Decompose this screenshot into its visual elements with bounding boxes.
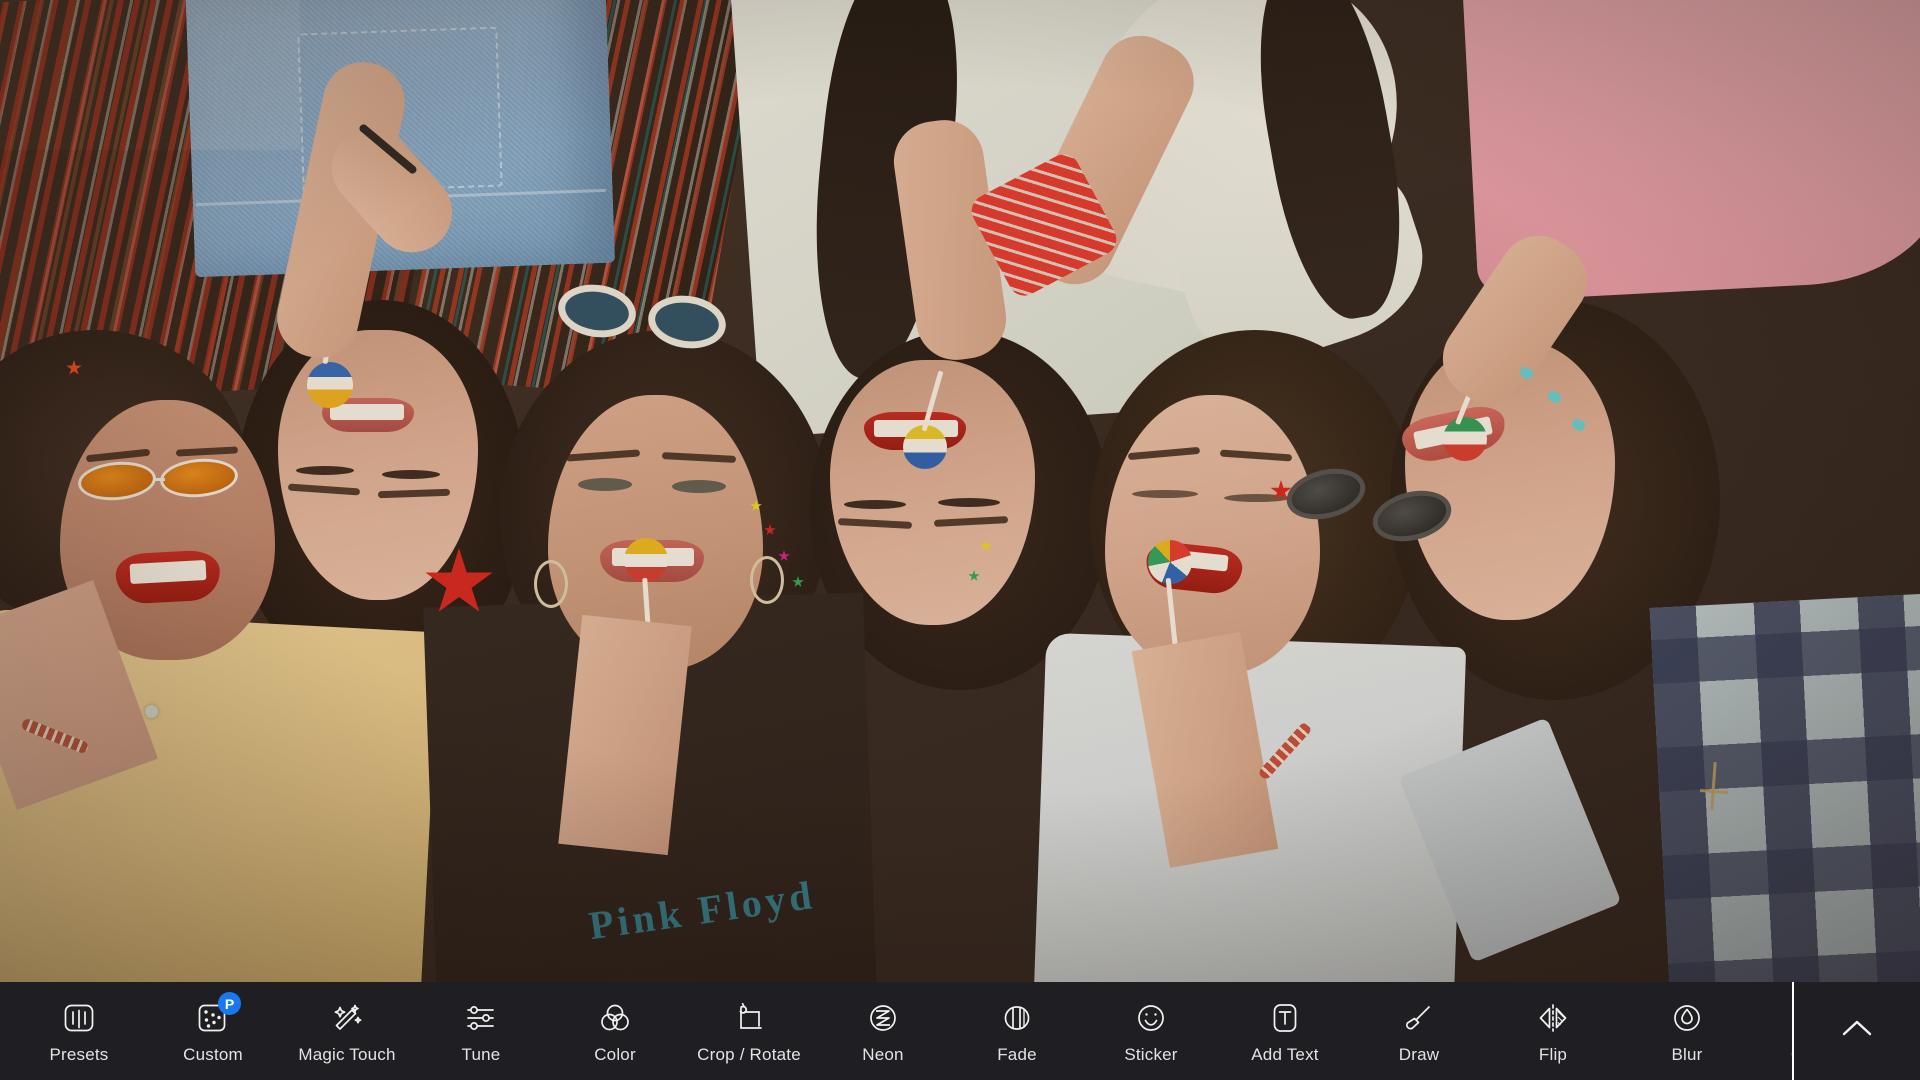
tool-label: Custom xyxy=(183,1045,243,1064)
crop-rotate-icon xyxy=(730,999,768,1037)
color-circles-icon xyxy=(596,999,634,1037)
tool-label: Tune xyxy=(461,1045,501,1064)
face-woman-5 xyxy=(1105,395,1320,675)
text-box-icon xyxy=(1266,999,1304,1037)
tool-label: Presets xyxy=(49,1045,109,1064)
tool-label: Magic Touch xyxy=(298,1045,396,1064)
tool-crop-rotate[interactable]: Crop / Rotate xyxy=(682,982,816,1080)
tool-fade[interactable]: Fade xyxy=(950,982,1084,1080)
tool-label: Flip xyxy=(1538,1045,1568,1064)
lollipop-woman-6 xyxy=(1443,417,1487,461)
teeth-woman-1 xyxy=(129,560,207,584)
tool-neon[interactable]: Neon xyxy=(816,982,950,1080)
lollipop-woman-4 xyxy=(903,425,947,469)
presets-icon xyxy=(60,999,98,1037)
eye-right-woman-3 xyxy=(672,480,726,493)
sliders-icon xyxy=(462,999,500,1037)
plaid-flannel xyxy=(1649,592,1920,982)
editor-toolbar: Presets P Custom Magic Touch Tune Color … xyxy=(0,982,1920,1080)
fade-icon xyxy=(998,999,1036,1037)
photo-canvas[interactable]: Pink Floyd xyxy=(0,0,1920,982)
flip-icon xyxy=(1534,999,1572,1037)
eye-right-woman-2 xyxy=(382,470,440,479)
tool-sticker[interactable]: Sticker xyxy=(1084,982,1218,1080)
tool-label: Draw xyxy=(1398,1045,1440,1064)
photo-editor-app: Pink Floyd Presets P Custom Magic Touch … xyxy=(0,0,1920,1080)
tool-flip[interactable]: Flip xyxy=(1486,982,1620,1080)
tool-presets[interactable]: Presets xyxy=(12,982,146,1080)
tool-label: Crop / Rotate xyxy=(697,1045,801,1064)
tool-custom[interactable]: P Custom xyxy=(146,982,280,1080)
tool-label: Add Text xyxy=(1251,1045,1319,1064)
lollipop-woman-2 xyxy=(307,362,353,408)
tool-blur[interactable]: Blur xyxy=(1620,982,1754,1080)
sunglasses-bridge-woman-1 xyxy=(155,478,165,481)
chevron-up-icon xyxy=(1834,1006,1880,1057)
tool-label: Overlay xyxy=(1791,1046,1792,1063)
custom-icon: P xyxy=(194,992,241,1037)
shirt-button xyxy=(145,705,158,718)
tool-label: Sticker xyxy=(1124,1045,1178,1064)
hoop-earring-2-woman-3 xyxy=(750,556,784,604)
smiley-icon xyxy=(1132,999,1170,1037)
magic-wand-icon xyxy=(328,999,366,1037)
tool-tune[interactable]: Tune xyxy=(414,982,548,1080)
tool-label: Blur xyxy=(1671,1045,1703,1064)
tool-overlay[interactable]: Overlay xyxy=(1754,982,1792,1080)
lollipop-woman-3 xyxy=(624,538,668,582)
neon-icon xyxy=(864,999,902,1037)
brush-icon xyxy=(1400,999,1438,1037)
pro-badge: P xyxy=(218,992,241,1015)
tool-strip[interactable]: Presets P Custom Magic Touch Tune Color … xyxy=(0,982,1792,1080)
tool-label: Fade xyxy=(997,1045,1037,1064)
eye-closed-left-woman-5 xyxy=(1132,490,1198,498)
tool-magic-touch[interactable]: Magic Touch xyxy=(280,982,414,1080)
lollipop-woman-5 xyxy=(1148,540,1192,584)
tool-label: Color xyxy=(594,1045,636,1064)
tool-color[interactable]: Color xyxy=(548,982,682,1080)
tool-draw[interactable]: Draw xyxy=(1352,982,1486,1080)
eye-left-woman-2 xyxy=(296,466,354,475)
eye-left-woman-4 xyxy=(844,500,906,509)
collapse-toolbar-button[interactable] xyxy=(1794,982,1920,1080)
teeth-woman-2 xyxy=(330,404,404,420)
hoop-earring-woman-3 xyxy=(534,560,568,608)
eye-left-woman-3 xyxy=(578,478,632,491)
tool-add-text[interactable]: Add Text xyxy=(1218,982,1352,1080)
eye-right-woman-4 xyxy=(938,498,1000,507)
droplet-icon xyxy=(1668,999,1706,1037)
tool-label: Neon xyxy=(862,1045,904,1064)
